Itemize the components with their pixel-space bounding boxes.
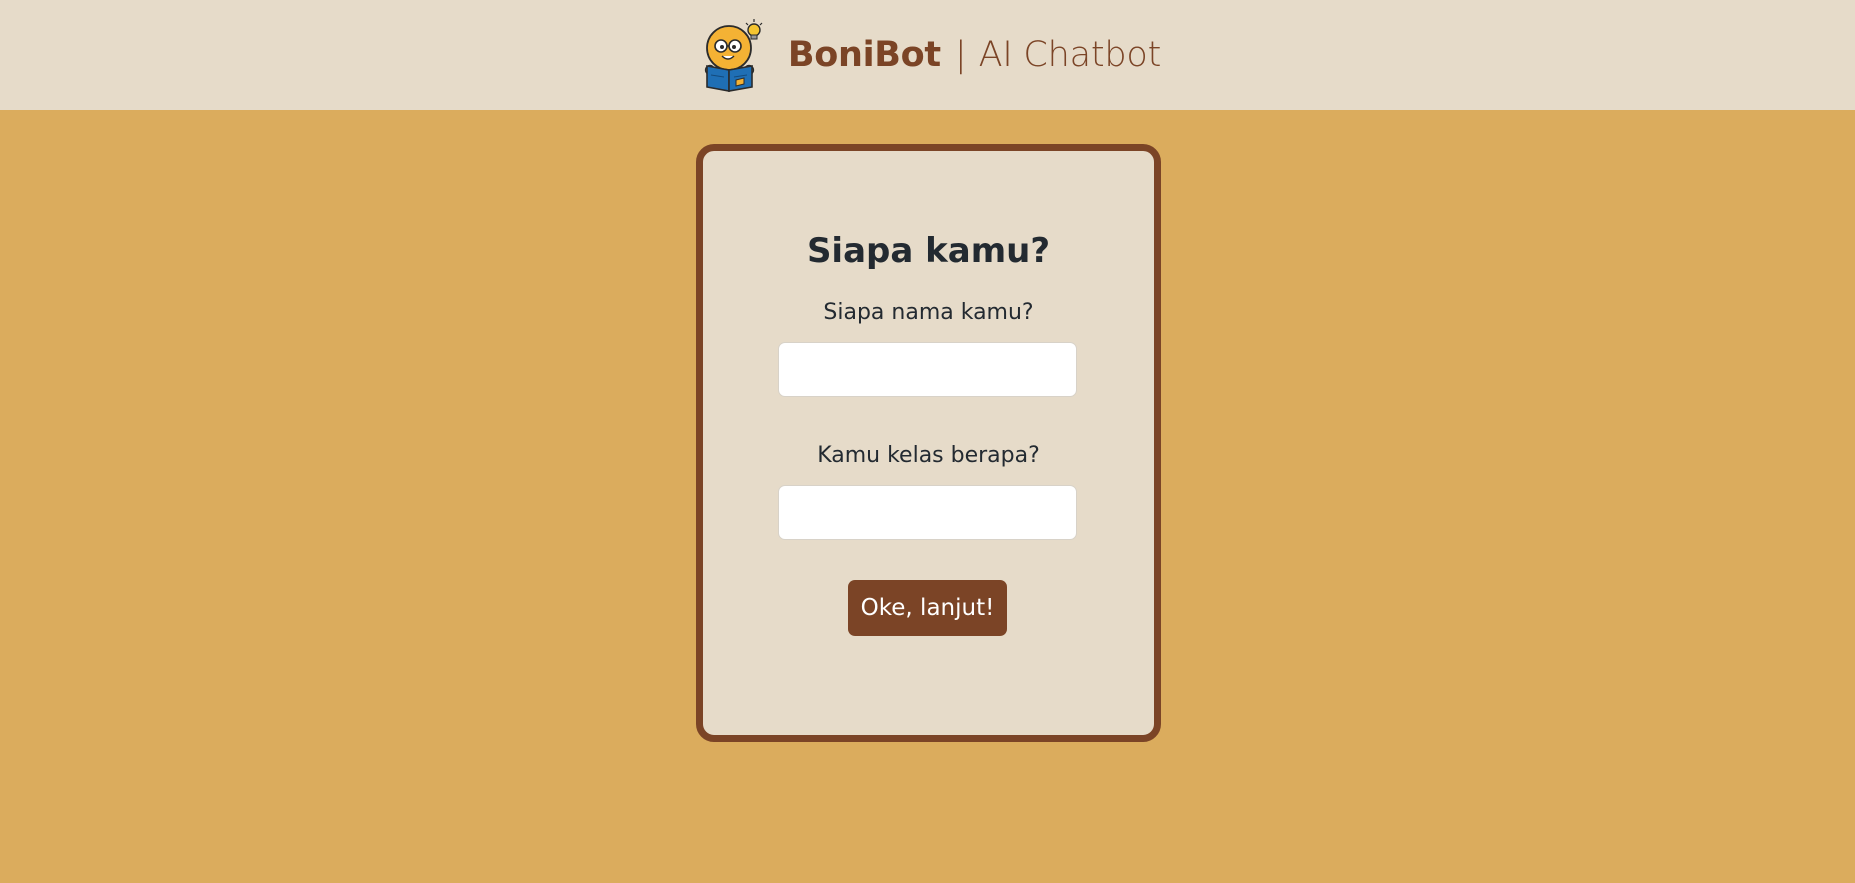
- class-input[interactable]: [778, 485, 1077, 540]
- identity-form-card: Siapa kamu? Siapa nama kamu? Kamu kelas …: [696, 144, 1161, 742]
- class-label: Kamu kelas berapa?: [817, 443, 1040, 468]
- brand-name: BoniBot: [787, 35, 941, 75]
- continue-button[interactable]: Oke, lanjut!: [848, 580, 1007, 636]
- form-title: Siapa kamu?: [806, 231, 1051, 271]
- reading-mascot-logo-icon: [704, 19, 763, 92]
- name-label: Siapa nama kamu?: [823, 300, 1034, 325]
- brand-separator: |: [954, 35, 967, 75]
- brand-subtitle: AI Chatbot: [978, 35, 1162, 75]
- top-header: BoniBot | AI Chatbot: [0, 0, 1855, 110]
- name-input[interactable]: [778, 342, 1077, 397]
- brand[interactable]: BoniBot | AI Chatbot: [702, 18, 1161, 92]
- brand-text: BoniBot | AI Chatbot: [787, 35, 1162, 75]
